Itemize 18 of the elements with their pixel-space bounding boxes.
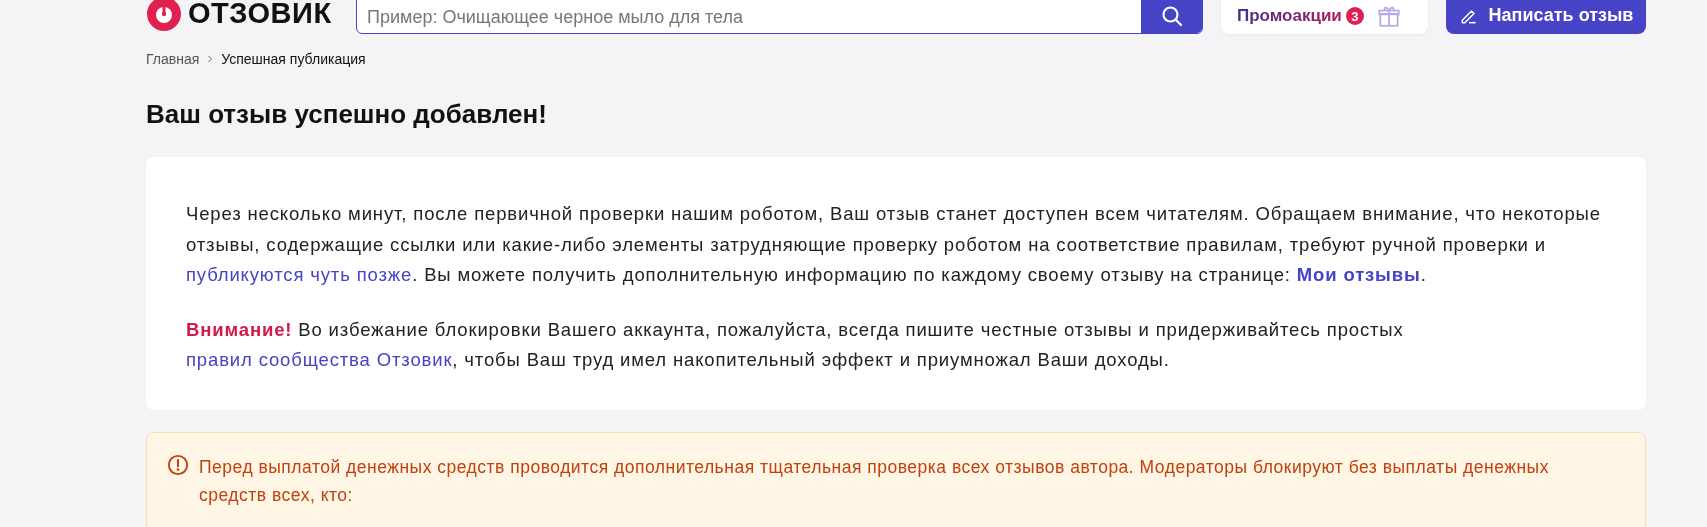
text-link[interactable]: публикуются чуть позже [186, 264, 413, 286]
message-paragraph: Через несколько минут, после первичной проверки нашим роботом, Ваш отзыв станет доступен всем читателям. Обращаем внимание, что некоторые отзывы, содержащие ссылки или какие-либо элементы затрудняющие проверку роботом на соответствие правилам, требуют ручной проверки и публикуются чуть позже. Вы можете получить дополнительную информацию по каждому своему отзыву на странице: Мои отзывы. [186, 202, 1602, 288]
logo-text[interactable]: ОТЗОВИК [188, 0, 332, 30]
breadcrumb-separator-icon [207, 55, 214, 63]
search-button[interactable] [1141, 0, 1202, 33]
breadcrumb-link[interactable]: Главная [146, 51, 200, 67]
warning-icon [167, 453, 189, 476]
text-link[interactable]: правил сообщества Отзовик [186, 349, 453, 371]
message-paragraph: Внимание! Во избежание блокировки Вашего аккаунта, пожалуйста, всегда пишите честные отзывы и придерживайтесь простых правил сообщества Отзовик, чтобы Ваш труд имел накопительный эффект и приумножал Ваши доходы. [186, 317, 1405, 373]
my-reviews-link[interactable]: Мои отзывы [1296, 264, 1421, 286]
count-badge: 3 [1345, 7, 1364, 25]
logo-icon[interactable] [146, 0, 182, 32]
search-icon [1159, 4, 1184, 28]
breadcrumb-current: Успешная публикация [221, 51, 366, 67]
notice-text: Перед выплатой денежных средств проводится дополнительная тщательная проверка всех отзывов автора. Модераторы блокируют без выплаты денежных средств всех, кто: [199, 455, 1550, 507]
write-review-button[interactable]: Написать отзыв [1446, 0, 1646, 34]
page-title: Ваш отзыв успешно добавлен! [146, 99, 548, 131]
promo-button[interactable]: Промоакции 3 [1221, 0, 1428, 34]
